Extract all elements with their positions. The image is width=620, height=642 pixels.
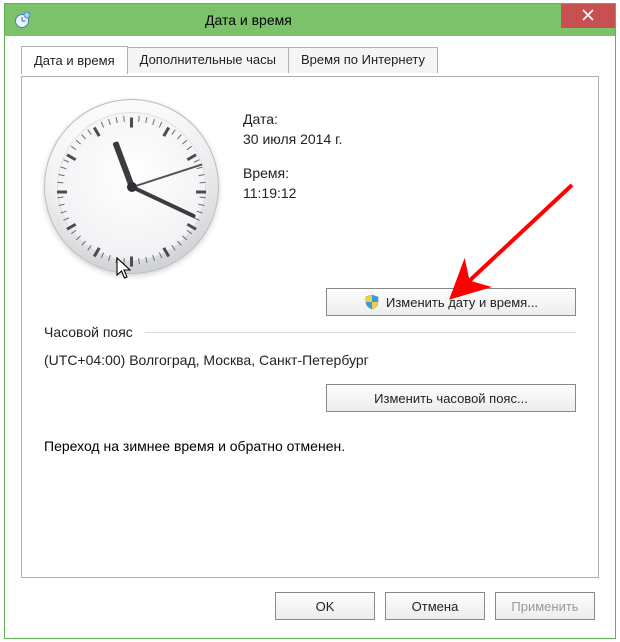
date-label: Дата: [243,111,342,127]
dialog-buttons: OK Отмена Применить [275,592,595,620]
tab-additional-clocks[interactable]: Дополнительные часы [127,47,289,73]
apply-button[interactable]: Применить [495,592,595,620]
section-divider [145,332,576,333]
tab-internet-time[interactable]: Время по Интернету [288,47,438,73]
change-timezone-button[interactable]: Изменить часовой пояс... [326,384,576,412]
dst-note: Переход на зимнее время и обратно отмене… [44,438,576,454]
analog-clock [44,99,229,284]
window-title: Дата и время [205,12,292,28]
cancel-button[interactable]: Отмена [385,592,485,620]
timezone-value: (UTC+04:00) Волгоград, Москва, Санкт-Пет… [44,352,576,368]
timezone-title: Часовой пояс [44,324,133,340]
tab-panel-datetime: Дата: 30 июля 2014 г. Время: 11:19:12 [21,76,599,578]
date-time-window: Дата и время Дата и время Дополнительные… [4,3,616,639]
client-area: Дата и время Дополнительные часы Время п… [9,40,611,634]
change-timezone-label: Изменить часовой пояс... [374,391,528,406]
ok-button[interactable]: OK [275,592,375,620]
tab-datetime[interactable]: Дата и время [21,46,128,74]
timezone-section: Часовой пояс (UTC+04:00) Волгоград, Моск… [44,324,576,412]
change-datetime-button[interactable]: Изменить дату и время... [326,288,576,316]
datetime-info: Дата: 30 июля 2014 г. Время: 11:19:12 [243,99,342,219]
uac-shield-icon [364,294,380,310]
close-button[interactable] [561,4,615,28]
time-label: Время: [243,165,342,181]
datetime-app-icon [13,11,31,29]
tab-strip: Дата и время Дополнительные часы Время п… [9,40,611,73]
close-icon [582,8,594,25]
date-value: 30 июля 2014 г. [243,131,342,147]
change-datetime-label: Изменить дату и время... [386,295,538,310]
title-bar: Дата и время [5,4,615,36]
time-value: 11:19:12 [243,185,342,201]
